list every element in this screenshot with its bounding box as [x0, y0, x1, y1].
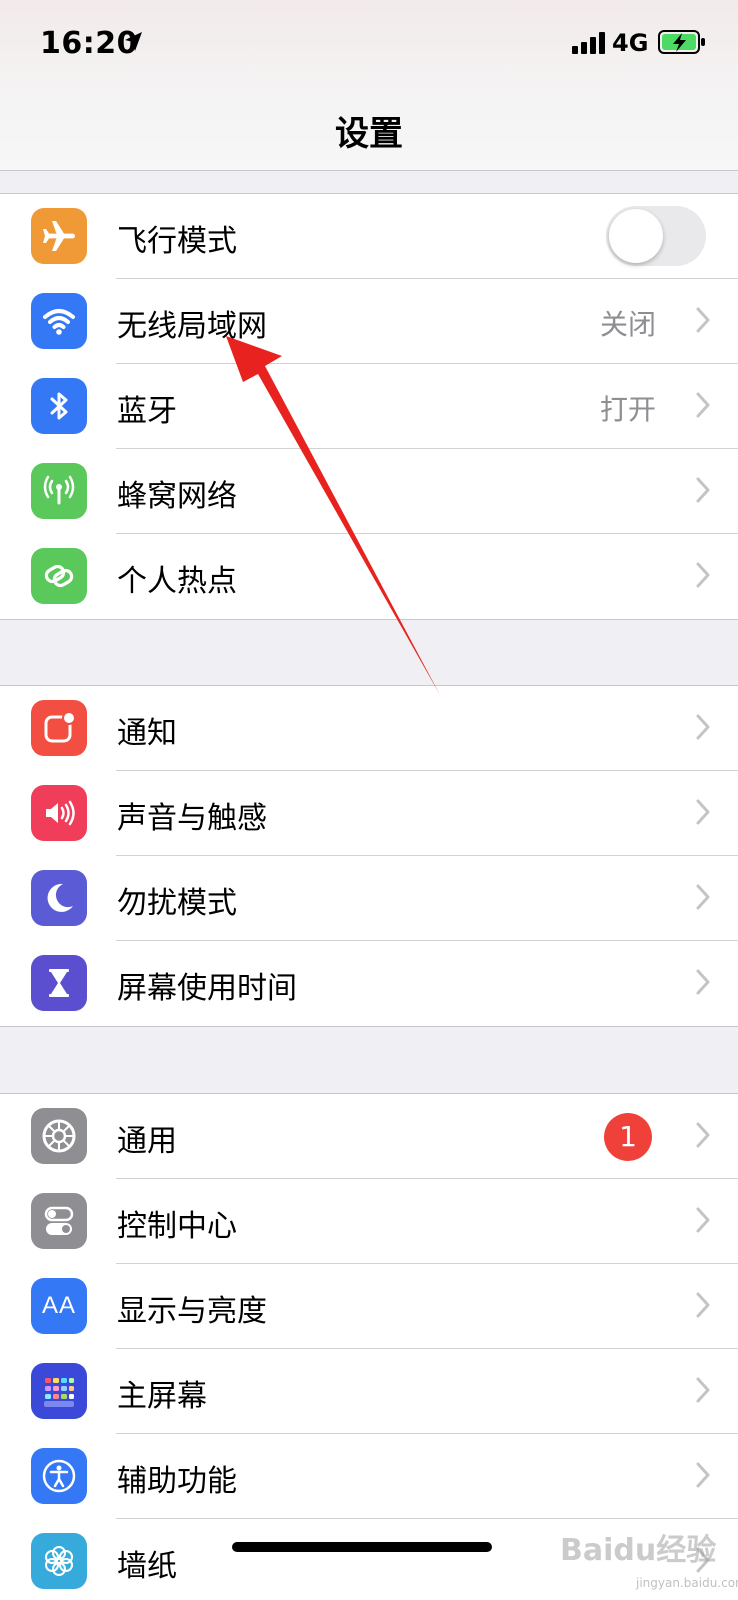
chevron-right-icon: [696, 884, 710, 910]
toggles-icon: [31, 1193, 87, 1249]
hourglass-icon: [31, 955, 87, 1011]
settings-group-general: 通用 1 控制中心 AA 显示与亮度 主屏幕 辅助功能 墙纸: [0, 1093, 738, 1600]
gear-icon: [31, 1108, 87, 1164]
chevron-right-icon: [696, 1122, 710, 1148]
row-wifi[interactable]: 无线局域网 关闭: [0, 279, 738, 364]
airplane-icon: [31, 208, 87, 264]
chevron-right-icon: [696, 1462, 710, 1488]
cellular-antenna-icon: [31, 463, 87, 519]
speaker-icon: [31, 785, 87, 841]
row-hotspot[interactable]: 个人热点: [0, 534, 738, 619]
row-label: 显示与亮度: [117, 1294, 267, 1329]
accessibility-icon: [31, 1448, 87, 1504]
airplane-mode-toggle[interactable]: [606, 206, 706, 266]
chevron-right-icon: [696, 477, 710, 503]
row-label: 勿扰模式: [117, 886, 237, 921]
hotspot-icon: [31, 548, 87, 604]
row-sounds-haptics[interactable]: 声音与触感: [0, 771, 738, 856]
row-label: 墙纸: [117, 1549, 177, 1584]
chevron-right-icon: [696, 1377, 710, 1403]
row-value: 关闭: [599, 308, 656, 341]
chevron-right-icon: [696, 1207, 710, 1233]
row-label: 主屏幕: [117, 1379, 207, 1414]
row-screen-time[interactable]: 屏幕使用时间: [0, 941, 738, 1026]
chevron-right-icon: [696, 392, 710, 418]
row-do-not-disturb[interactable]: 勿扰模式: [0, 856, 738, 941]
settings-group-connectivity: 飞行模式 无线局域网 关闭 蓝牙 打开 蜂窝网络 个人热点: [0, 193, 738, 620]
row-label: 蓝牙: [117, 394, 177, 429]
network-type: 4G: [612, 29, 649, 57]
row-cellular[interactable]: 蜂窝网络: [0, 449, 738, 534]
text-size-glyph: AA: [41, 1292, 76, 1319]
row-label: 蜂窝网络: [117, 479, 237, 514]
row-general[interactable]: 通用 1: [0, 1094, 738, 1179]
row-label: 辅助功能: [117, 1464, 237, 1499]
row-control-center[interactable]: 控制中心: [0, 1179, 738, 1264]
text-size-icon: AA: [31, 1278, 87, 1334]
row-display-brightness[interactable]: AA 显示与亮度: [0, 1264, 738, 1349]
row-airplane-mode[interactable]: 飞行模式: [0, 194, 738, 279]
chevron-right-icon: [696, 799, 710, 825]
chevron-right-icon: [696, 1292, 710, 1318]
update-badge: 1: [604, 1113, 652, 1161]
settings-screen: 16:20 4G 设置 飞行模式 无线局域网 关闭 蓝牙 打开 蜂窝网络 个人热…: [0, 0, 738, 1600]
wifi-icon: [31, 293, 87, 349]
row-bluetooth[interactable]: 蓝牙 打开: [0, 364, 738, 449]
nav-bar: 设置: [0, 90, 738, 170]
row-label: 个人热点: [117, 564, 237, 599]
row-value: 打开: [599, 393, 656, 426]
page-title: 设置: [335, 114, 403, 154]
row-label: 通知: [117, 716, 177, 751]
row-accessibility[interactable]: 辅助功能: [0, 1434, 738, 1519]
status-bar: 16:20 4G: [0, 0, 738, 90]
chevron-right-icon: [696, 969, 710, 995]
toggle-knob: [609, 209, 663, 263]
row-notifications[interactable]: 通知: [0, 686, 738, 771]
wallpaper-icon: [31, 1533, 87, 1589]
watermark-url: jingyan.baidu.com: [636, 1576, 738, 1590]
row-label: 屏幕使用时间: [117, 971, 297, 1006]
battery-charging-icon: [658, 30, 705, 54]
notification-icon: [31, 700, 87, 756]
row-home-screen[interactable]: 主屏幕: [0, 1349, 738, 1434]
home-indicator[interactable]: [232, 1542, 492, 1552]
chevron-right-icon: [696, 562, 710, 588]
row-label: 声音与触感: [117, 801, 267, 836]
bluetooth-icon: [31, 378, 87, 434]
settings-group-notifications: 通知 声音与触感 勿扰模式 屏幕使用时间: [0, 685, 738, 1027]
chevron-right-icon: [696, 307, 710, 333]
chevron-right-icon: [696, 714, 710, 740]
home-screen-icon: [31, 1363, 87, 1419]
cellular-signal-icon: [572, 32, 605, 54]
row-label: 飞行模式: [117, 224, 237, 259]
watermark-logo: Baidu经验: [560, 1533, 717, 1568]
row-label: 无线局域网: [117, 309, 267, 344]
location-arrow-icon: [125, 32, 142, 51]
row-label: 控制中心: [117, 1209, 237, 1244]
row-label: 通用: [117, 1124, 177, 1159]
moon-icon: [31, 870, 87, 926]
